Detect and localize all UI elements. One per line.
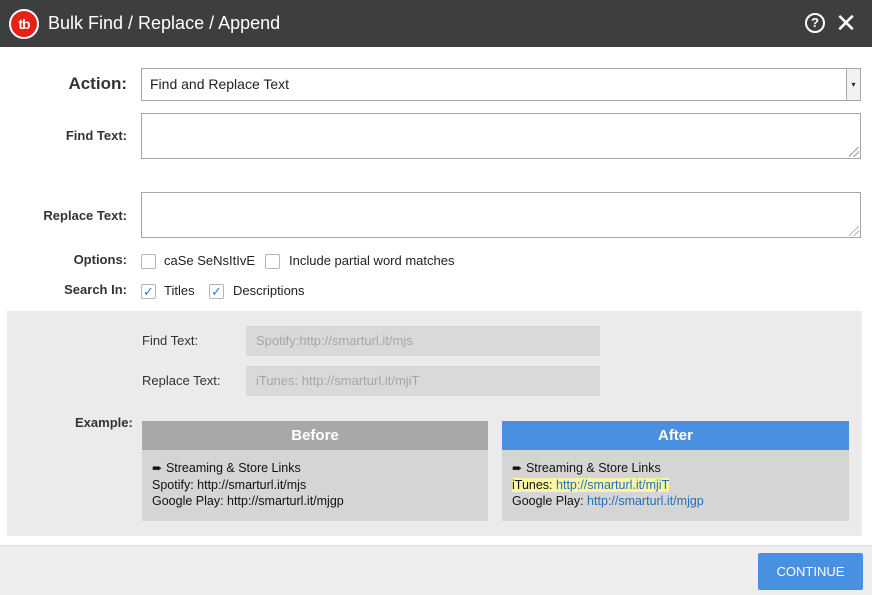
after-header: After (502, 421, 849, 450)
action-label: Action: (68, 74, 127, 93)
find-text-input[interactable] (141, 113, 861, 159)
before-body: ➨ Streaming & Store Links Spotify: http:… (142, 450, 488, 521)
after-line-2-prefix: iTunes: (512, 477, 557, 492)
search-in-label: Search In: (64, 282, 127, 297)
after-line-2-link[interactable]: http://smarturl.it/mjiT (556, 478, 669, 492)
before-line-1: ➨ Streaming & Store Links (152, 461, 301, 475)
tubebuddy-logo-icon: tb (9, 9, 39, 39)
before-line-3: Google Play: http://smarturl.it/mjgp (152, 494, 344, 508)
example-label: Example: (75, 415, 133, 430)
descriptions-label: Descriptions (233, 283, 305, 298)
replace-text-input[interactable] (141, 192, 861, 238)
after-line-1: ➨ Streaming & Store Links (512, 461, 661, 475)
help-icon[interactable]: ? (805, 13, 825, 33)
example-find-value: Spotify:http://smarturl.it/mjs (246, 326, 600, 356)
partial-match-checkbox[interactable] (265, 254, 280, 269)
partial-match-label: Include partial word matches (289, 253, 455, 268)
dialog-title: Bulk Find / Replace / Append (48, 13, 281, 33)
case-sensitive-label: caSe SeNsItIvE (164, 253, 256, 268)
replace-text-label: Replace Text: (43, 208, 127, 223)
after-line-3: Google Play: http://smarturl.it/mjgp (512, 493, 839, 510)
dialog-footer (0, 545, 872, 595)
example-find-label: Find Text: (142, 333, 199, 348)
descriptions-checkbox[interactable]: ✓ (209, 284, 224, 299)
title-bar: tb Bulk Find / Replace / Append ? ✕ (0, 0, 872, 47)
resize-grip-icon[interactable] (849, 226, 859, 236)
find-text-label: Find Text: (65, 128, 127, 143)
example-replace-value: iTunes: http://smarturl.it/mjiT (246, 366, 600, 396)
action-select-value: Find and Replace Text (150, 76, 290, 92)
before-line-2: Spotify: http://smarturl.it/mjs (152, 477, 307, 492)
titles-label: Titles (164, 283, 195, 298)
titles-checkbox[interactable]: ✓ (141, 284, 156, 299)
before-header: Before (142, 421, 488, 450)
after-line-2: iTunes: http://smarturl.it/mjiT (512, 477, 839, 494)
dropdown-arrow-icon[interactable]: ▾ (846, 69, 860, 100)
after-line-3-link[interactable]: http://smarturl.it/mjgp (587, 494, 704, 508)
close-icon[interactable]: ✕ (834, 8, 858, 38)
example-replace-label: Replace Text: (142, 373, 221, 388)
after-line-3-prefix: Google Play: (512, 494, 588, 508)
resize-grip-icon[interactable] (849, 147, 859, 157)
action-select[interactable]: Find and Replace Text ▾ (141, 68, 861, 101)
case-sensitive-checkbox[interactable] (141, 254, 156, 269)
after-body: ➨ Streaming & Store Links iTunes: http:/… (502, 450, 849, 521)
options-label: Options: (73, 252, 127, 267)
continue-button[interactable]: CONTINUE (758, 553, 863, 590)
